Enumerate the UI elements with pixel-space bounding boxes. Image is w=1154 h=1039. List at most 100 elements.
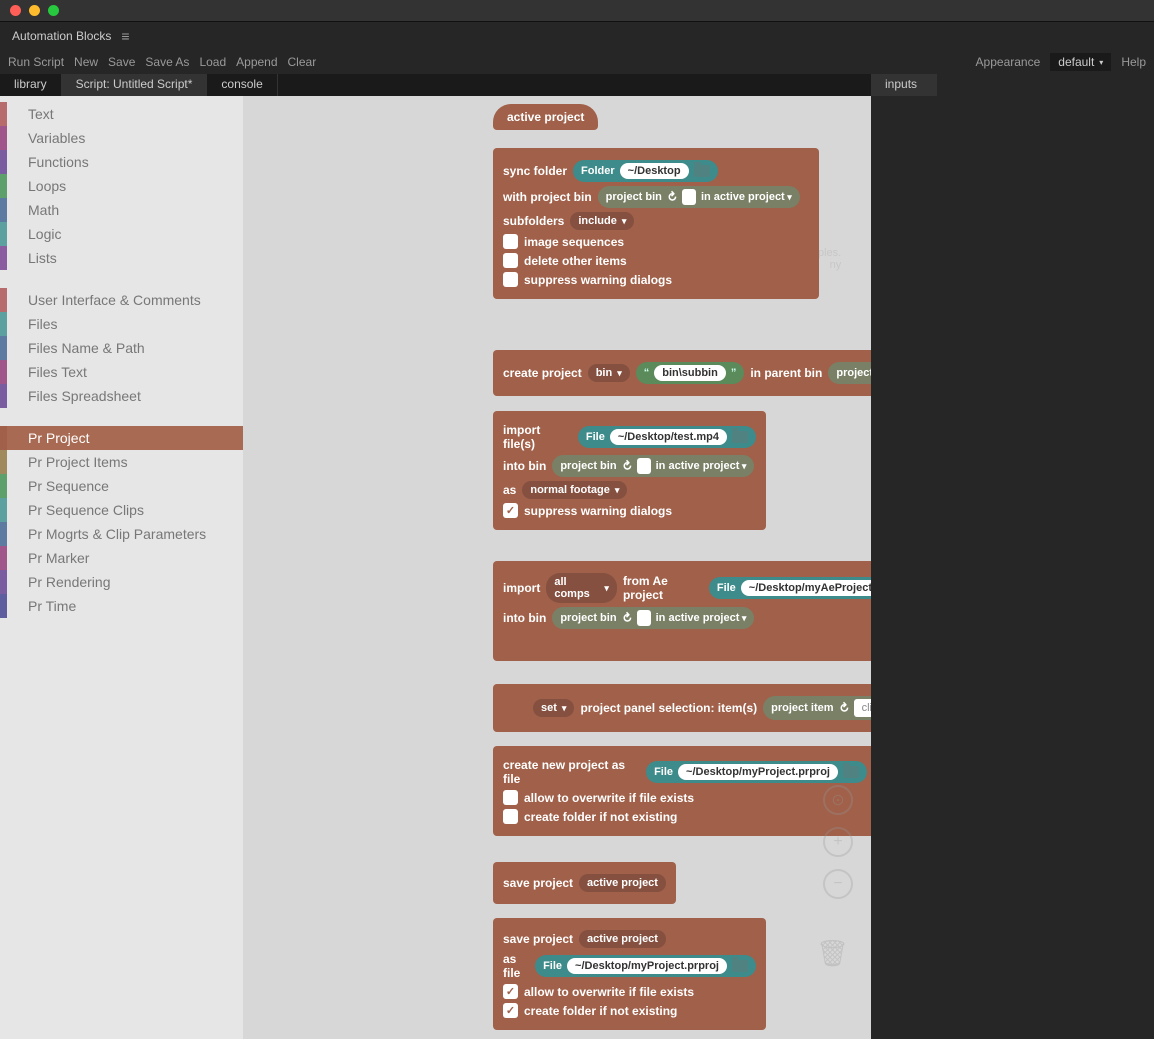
maximize-window-button[interactable] xyxy=(48,5,59,16)
text-value-pill[interactable]: “bin\subbin” xyxy=(636,362,745,384)
sidebar-item-pr-project[interactable]: Pr Project xyxy=(0,426,243,450)
run-script-button[interactable]: Run Script xyxy=(8,55,64,69)
zoom-out-button[interactable]: − xyxy=(823,869,853,899)
sync-folder-block[interactable]: sync folder Folder ~/Desktop with projec… xyxy=(493,148,819,299)
bin-dropdown[interactable]: bin xyxy=(588,364,630,382)
create-new-project-block[interactable]: create new project as file File ~/Deskto… xyxy=(493,746,871,836)
sidebar-item-math[interactable]: Math xyxy=(0,198,243,222)
refresh-icon[interactable]: ↻ xyxy=(618,609,635,626)
ae-file-pill[interactable]: File ~/Desktop/myAeProject.aep xyxy=(709,577,871,599)
import-as-dropdown[interactable]: normal footage xyxy=(522,481,627,499)
theme-dropdown[interactable]: default xyxy=(1050,53,1111,71)
category-color-swatch xyxy=(0,198,7,222)
folder-icon[interactable] xyxy=(732,960,748,972)
active-project-block[interactable]: active project xyxy=(493,104,598,130)
category-color-swatch xyxy=(0,222,7,246)
sidebar-item-files-spreadsheet[interactable]: Files Spreadsheet xyxy=(0,384,243,408)
tab-script[interactable]: Script: Untitled Script* xyxy=(62,74,208,96)
sidebar-item-loops[interactable]: Loops xyxy=(0,174,243,198)
project-item-pill[interactable]: project item↻ click refresh icon to choo… xyxy=(763,696,871,720)
project-bin-pill[interactable]: project bin↻ in active project xyxy=(598,186,800,208)
new-button[interactable]: New xyxy=(74,55,98,69)
sidebar-item-pr-sequence[interactable]: Pr Sequence xyxy=(0,474,243,498)
sidebar-item-functions[interactable]: Functions xyxy=(0,150,243,174)
save-file-pill[interactable]: File ~/Desktop/myProject.prproj xyxy=(535,955,756,977)
sidebar-item-variables[interactable]: Variables xyxy=(0,126,243,150)
category-color-swatch xyxy=(0,126,7,150)
sidebar-item-pr-time[interactable]: Pr Time xyxy=(0,594,243,618)
overwrite-checkbox[interactable]: ✓ xyxy=(503,984,518,999)
panel-header: Automation Blocks ≡ xyxy=(0,22,1154,50)
folder-pill[interactable]: Folder ~/Desktop xyxy=(573,160,718,182)
import-file-block[interactable]: import file(s) File ~/Desktop/test.mp4 i… xyxy=(493,411,766,530)
ae-into-bin-pill[interactable]: project bin↻ in active project xyxy=(552,607,754,629)
close-window-button[interactable] xyxy=(10,5,21,16)
save-target-pill[interactable]: active project xyxy=(579,930,666,948)
suppress-checkbox[interactable]: ✓ xyxy=(503,503,518,518)
minimize-window-button[interactable] xyxy=(29,5,40,16)
trash-icon[interactable]: 🗑 xyxy=(816,938,849,969)
save-project-block[interactable]: save project active project xyxy=(493,862,676,904)
into-bin-pill[interactable]: project bin↻ in active project xyxy=(552,455,754,477)
sidebar-item-pr-sequence-clips[interactable]: Pr Sequence Clips xyxy=(0,498,243,522)
sidebar-item-files-text[interactable]: Files Text xyxy=(0,360,243,384)
help-button[interactable]: Help xyxy=(1121,55,1146,69)
appearance-button[interactable]: Appearance xyxy=(976,55,1041,69)
category-color-swatch xyxy=(0,498,7,522)
parent-bin-pill[interactable]: project bin↻ in active project xyxy=(828,362,871,384)
sidebar-item-user-interface-comments[interactable]: User Interface & Comments xyxy=(0,288,243,312)
suppress-dialogs-checkbox[interactable] xyxy=(503,272,518,287)
folder-icon[interactable] xyxy=(843,766,859,778)
import-ae-block[interactable]: import all comps from Ae project File ~/… xyxy=(493,561,871,661)
append-button[interactable]: Append xyxy=(236,55,277,69)
sidebar-item-label: Files Text xyxy=(28,364,87,380)
set-selection-block[interactable]: set project panel selection: item(s) pro… xyxy=(493,684,871,732)
sidebar-item-text[interactable]: Text xyxy=(0,102,243,126)
sidebar-item-label: Variables xyxy=(28,130,85,146)
save-target-pill[interactable]: active project xyxy=(579,874,666,892)
save-button[interactable]: Save xyxy=(108,55,135,69)
sidebar-item-files[interactable]: Files xyxy=(0,312,243,336)
sidebar-item-pr-mogrts-clip-parameters[interactable]: Pr Mogrts & Clip Parameters xyxy=(0,522,243,546)
sidebar-item-label: Files xyxy=(28,316,58,332)
all-comps-dropdown[interactable]: all comps xyxy=(546,573,617,603)
sidebar-item-label: User Interface & Comments xyxy=(28,292,201,308)
tab-inputs[interactable]: inputs xyxy=(871,74,937,96)
refresh-icon[interactable]: ↻ xyxy=(835,699,852,716)
mkdir-checkbox[interactable] xyxy=(503,809,518,824)
set-dropdown[interactable]: set xyxy=(533,699,574,717)
sidebar-item-pr-marker[interactable]: Pr Marker xyxy=(0,546,243,570)
create-project-bin-block[interactable]: create project bin “bin\subbin” in paren… xyxy=(493,350,871,396)
load-button[interactable]: Load xyxy=(199,55,226,69)
tab-console[interactable]: console xyxy=(207,74,277,96)
tab-library[interactable]: library xyxy=(0,74,62,96)
panel-menu-icon[interactable]: ≡ xyxy=(121,28,129,44)
folder-icon[interactable] xyxy=(694,165,710,177)
subfolders-dropdown[interactable]: include xyxy=(570,212,634,230)
zoom-in-button[interactable]: + xyxy=(823,827,853,857)
sidebar-item-pr-project-items[interactable]: Pr Project Items xyxy=(0,450,243,474)
mkdir-checkbox[interactable]: ✓ xyxy=(503,1003,518,1018)
image-sequences-checkbox[interactable] xyxy=(503,234,518,249)
delete-items-checkbox[interactable] xyxy=(503,253,518,268)
zoom-center-button[interactable]: ⊙ xyxy=(823,785,853,815)
sidebar-item-logic[interactable]: Logic xyxy=(0,222,243,246)
sidebar-item-files-name-path[interactable]: Files Name & Path xyxy=(0,336,243,360)
folder-icon[interactable] xyxy=(732,431,748,443)
category-color-swatch xyxy=(0,384,7,408)
sidebar-item-label: Pr Project Items xyxy=(28,454,128,470)
save-as-button[interactable]: Save As xyxy=(145,55,189,69)
refresh-icon[interactable]: ↻ xyxy=(663,188,680,205)
new-project-file-pill[interactable]: File ~/Desktop/myProject.prproj xyxy=(646,761,867,783)
save-project-as-block[interactable]: save project active project as file File… xyxy=(493,918,766,1030)
sidebar-item-lists[interactable]: Lists xyxy=(0,246,243,270)
blocks-workspace[interactable]: ples. ny open web page▶ TitleDocumentati… xyxy=(243,96,871,1039)
panel-title: Automation Blocks xyxy=(12,29,111,43)
category-color-swatch xyxy=(0,174,7,198)
overwrite-checkbox[interactable] xyxy=(503,790,518,805)
sidebar-item-pr-rendering[interactable]: Pr Rendering xyxy=(0,570,243,594)
refresh-icon[interactable]: ↻ xyxy=(618,457,635,474)
file-pill[interactable]: File ~/Desktop/test.mp4 xyxy=(578,426,756,448)
clear-button[interactable]: Clear xyxy=(288,55,317,69)
category-color-swatch xyxy=(0,336,7,360)
